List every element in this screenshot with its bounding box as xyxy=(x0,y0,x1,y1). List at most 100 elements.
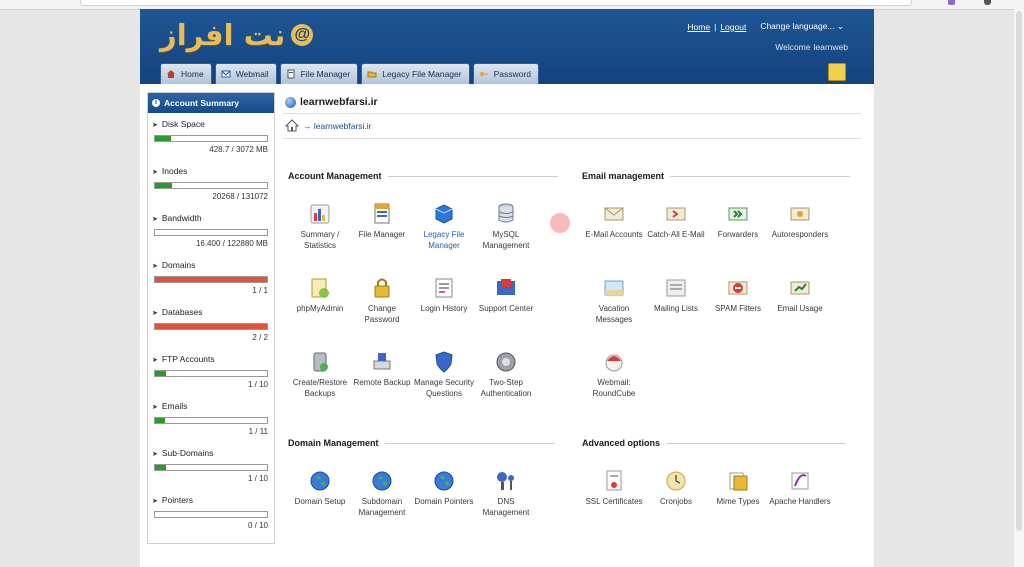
usage-bar-fill xyxy=(155,277,267,282)
tile-email-3[interactable]: Autoresponders xyxy=(768,201,832,240)
tile-account-10[interactable]: Manage Security Questions xyxy=(412,349,476,399)
tile-advanced-0[interactable]: SSL Certificates xyxy=(582,468,646,507)
tile-label: Forwarders xyxy=(717,230,759,239)
home-icon xyxy=(167,70,175,78)
stat-value: 1 / 11 xyxy=(248,427,268,436)
stat-label[interactable]: Disk Space xyxy=(152,119,205,129)
tile-account-4[interactable]: phpMyAdmin xyxy=(288,275,352,314)
tile-domain-3[interactable]: DNS Management xyxy=(474,468,538,518)
stat-label[interactable]: Domains xyxy=(152,260,196,270)
mail-icon xyxy=(221,70,231,78)
control-panel-page: نت افراز @ Home | Logout Change language… xyxy=(140,9,874,567)
tile-advanced-2[interactable]: Mime Types xyxy=(706,468,770,507)
stat-value: 2 / 2 xyxy=(252,333,268,342)
tab-webmail[interactable]: Webmail xyxy=(214,63,277,84)
stat-label[interactable]: Inodes xyxy=(152,166,188,176)
domain-name: learnwebfarsi.ir xyxy=(300,96,378,108)
scrollbar[interactable] xyxy=(1014,9,1024,567)
tile-email-8[interactable]: Webmail: RoundCube xyxy=(582,349,646,399)
tile-domain-2[interactable]: Domain Pointers xyxy=(412,468,476,507)
logout-link[interactable]: Logout xyxy=(720,22,746,32)
tab-legacy-file-manager[interactable]: Legacy File Manager xyxy=(361,63,470,84)
tile-email-0[interactable]: E-Mail Accounts xyxy=(582,201,646,240)
tile-email-5[interactable]: Mailing Lists xyxy=(644,275,708,314)
folder-icon xyxy=(367,71,377,78)
divider xyxy=(283,113,861,114)
stat-label[interactable]: FTP Accounts xyxy=(152,354,215,364)
tile-domain-1[interactable]: Subdomain Management xyxy=(350,468,414,518)
tile-email-7[interactable]: Email Usage xyxy=(768,275,832,314)
tile-account-5[interactable]: Change Password xyxy=(350,275,414,325)
tile-label: Subdomain Management xyxy=(358,497,406,517)
usage-bar-fill xyxy=(155,418,166,423)
tile-domain-0[interactable]: Domain Setup xyxy=(288,468,352,507)
tab-label: Webmail xyxy=(235,69,269,79)
dns-icon xyxy=(497,472,514,490)
tab-file-manager[interactable]: File Manager xyxy=(279,63,359,84)
tab-password[interactable]: Password xyxy=(472,63,539,84)
tile-label: Mime Types xyxy=(716,497,760,506)
page-title: learnwebfarsi.ir xyxy=(285,96,378,108)
tile-account-9[interactable]: Remote Backup xyxy=(350,349,414,388)
tile-account-6[interactable]: Login History xyxy=(412,275,476,314)
breadcrumb-link[interactable]: → learnwebfarsi.ir xyxy=(303,121,372,131)
usage-bar-fill xyxy=(155,183,173,188)
mailauto-icon xyxy=(790,207,810,221)
account-summary-header[interactable]: i Account Summary xyxy=(148,93,274,113)
shield-icon xyxy=(435,351,453,373)
tile-account-7[interactable]: Support Center xyxy=(474,275,538,314)
language-selector[interactable]: Change language... ⌄ xyxy=(760,21,844,32)
globe-icon xyxy=(434,471,454,491)
stat-value: 1 / 1 xyxy=(252,286,268,295)
stat-label[interactable]: Emails xyxy=(152,401,188,411)
tile-account-1[interactable]: File Manager xyxy=(350,201,414,240)
tile-email-1[interactable]: Catch-All E-Mail xyxy=(644,201,708,240)
usage-icon xyxy=(790,281,810,295)
tile-label: phpMyAdmin xyxy=(296,304,344,313)
stat-value: 428.7 / 3072 MB xyxy=(209,145,268,154)
stat-inodes: Inodes 20268 / 131072 xyxy=(148,160,274,207)
stat-label[interactable]: Databases xyxy=(152,307,203,317)
tile-label: Vacation Messages xyxy=(595,304,633,324)
scrollbar-thumb[interactable] xyxy=(1016,11,1022,531)
tile-advanced-3[interactable]: Apache Handlers xyxy=(768,468,832,507)
stat-label[interactable]: Sub-Domains xyxy=(152,448,214,458)
usage-bar-fill xyxy=(155,371,167,376)
key-icon xyxy=(479,72,488,76)
home-icon[interactable] xyxy=(285,119,299,132)
stat-ftp-accounts: FTP Accounts 1 / 10 xyxy=(148,348,274,395)
tile-account-3[interactable]: MySQL Management xyxy=(474,201,538,251)
tile-account-8[interactable]: Create/Restore Backups xyxy=(288,349,352,399)
tile-email-6[interactable]: SPAM Filters xyxy=(706,275,770,314)
usage-bar xyxy=(154,276,268,283)
tile-label: Domain Pointers xyxy=(414,497,474,506)
logo[interactable]: نت افراز @ xyxy=(160,15,314,55)
usage-bar-fill xyxy=(155,324,267,329)
extension-icon[interactable] xyxy=(984,0,991,5)
tab-home[interactable]: Home xyxy=(160,63,212,84)
extension-icon[interactable] xyxy=(948,0,955,5)
link-separator: | xyxy=(714,21,717,32)
stat-label[interactable]: Bandwidth xyxy=(152,213,202,223)
address-bar[interactable] xyxy=(80,0,912,6)
stat-value: 20268 / 131072 xyxy=(212,192,268,201)
tile-account-11[interactable]: Two-Step Authentication xyxy=(474,349,538,399)
tile-label: Email Usage xyxy=(777,304,823,313)
tile-account-2[interactable]: Legacy File Manager xyxy=(412,201,476,251)
twostep-icon xyxy=(496,352,516,372)
tab-label: Legacy File Manager xyxy=(382,69,462,79)
roundcube-icon xyxy=(605,354,623,372)
stat-label[interactable]: Pointers xyxy=(152,495,193,505)
tile-email-2[interactable]: Forwarders xyxy=(706,201,770,240)
notes-button[interactable] xyxy=(828,63,846,81)
tile-account-0[interactable]: Summary / Statistics xyxy=(288,201,352,251)
stat-sub-domains: Sub-Domains 1 / 10 xyxy=(148,442,274,489)
tile-label: Catch-All E-Mail xyxy=(647,230,705,239)
home-link[interactable]: Home xyxy=(687,22,710,32)
tab-label: Password xyxy=(493,69,531,79)
section-title-text: Advanced options xyxy=(582,438,661,448)
tile-email-4[interactable]: Vacation Messages xyxy=(582,275,646,325)
tile-label: MySQL Management xyxy=(482,230,530,250)
stat-pointers: Pointers 0 / 10 xyxy=(148,489,274,536)
tile-advanced-1[interactable]: Cronjobs xyxy=(644,468,708,507)
